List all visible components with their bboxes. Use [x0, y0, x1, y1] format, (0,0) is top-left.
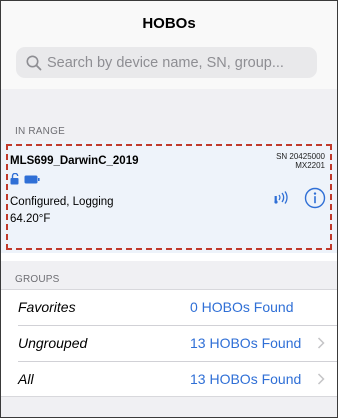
battery-icon — [24, 175, 40, 183]
device-row[interactable]: MLS699_DarwinC_2019 SN 20425000 MX2201 C… — [1, 141, 337, 253]
section-label-groups: GROUPS — [15, 274, 60, 285]
section-header-in-range: IN RANGE — [1, 117, 337, 141]
search-bar[interactable] — [16, 47, 317, 78]
group-row-all[interactable]: All 13 HOBOs Found — [1, 362, 337, 396]
device-model: MX2201 — [295, 161, 325, 170]
group-count: 13 HOBOs Found — [190, 335, 302, 351]
app-window: HOBOs IN RANGE MLS699_DarwinC_2019 SN 20… — [0, 0, 338, 418]
chevron-right-icon — [317, 373, 325, 385]
signal-icon — [274, 191, 288, 204]
group-count: 0 HOBOs Found — [190, 299, 294, 315]
unlock-icon — [10, 173, 19, 185]
device-sn-number: SN 20425000 — [276, 152, 325, 161]
device-status: Configured, Logging — [10, 196, 114, 208]
spacer — [1, 89, 337, 117]
group-row-ungrouped[interactable]: Ungrouped 13 HOBOs Found — [1, 326, 337, 360]
section-label-in-range: IN RANGE — [15, 126, 65, 137]
group-name: Ungrouped — [18, 335, 88, 351]
section-header-groups: GROUPS — [1, 261, 337, 289]
group-row-favorites[interactable]: Favorites 0 HOBOs Found — [1, 290, 337, 324]
chevron-right-icon — [317, 337, 325, 349]
group-count: 13 HOBOs Found — [190, 371, 302, 387]
info-icon[interactable] — [304, 187, 326, 209]
device-temperature: 64.20°F — [10, 213, 51, 225]
device-status-icons — [10, 173, 40, 185]
search-icon — [26, 55, 42, 70]
group-name: All — [18, 371, 34, 387]
nav-header: HOBOs — [1, 1, 337, 89]
group-name: Favorites — [18, 299, 76, 315]
bottom-spacer — [1, 397, 337, 417]
search-input[interactable] — [47, 54, 307, 71]
page-title: HOBOs — [142, 15, 196, 32]
device-name: MLS699_DarwinC_2019 — [10, 155, 139, 167]
device-serial: SN 20425000 MX2201 — [276, 152, 325, 170]
